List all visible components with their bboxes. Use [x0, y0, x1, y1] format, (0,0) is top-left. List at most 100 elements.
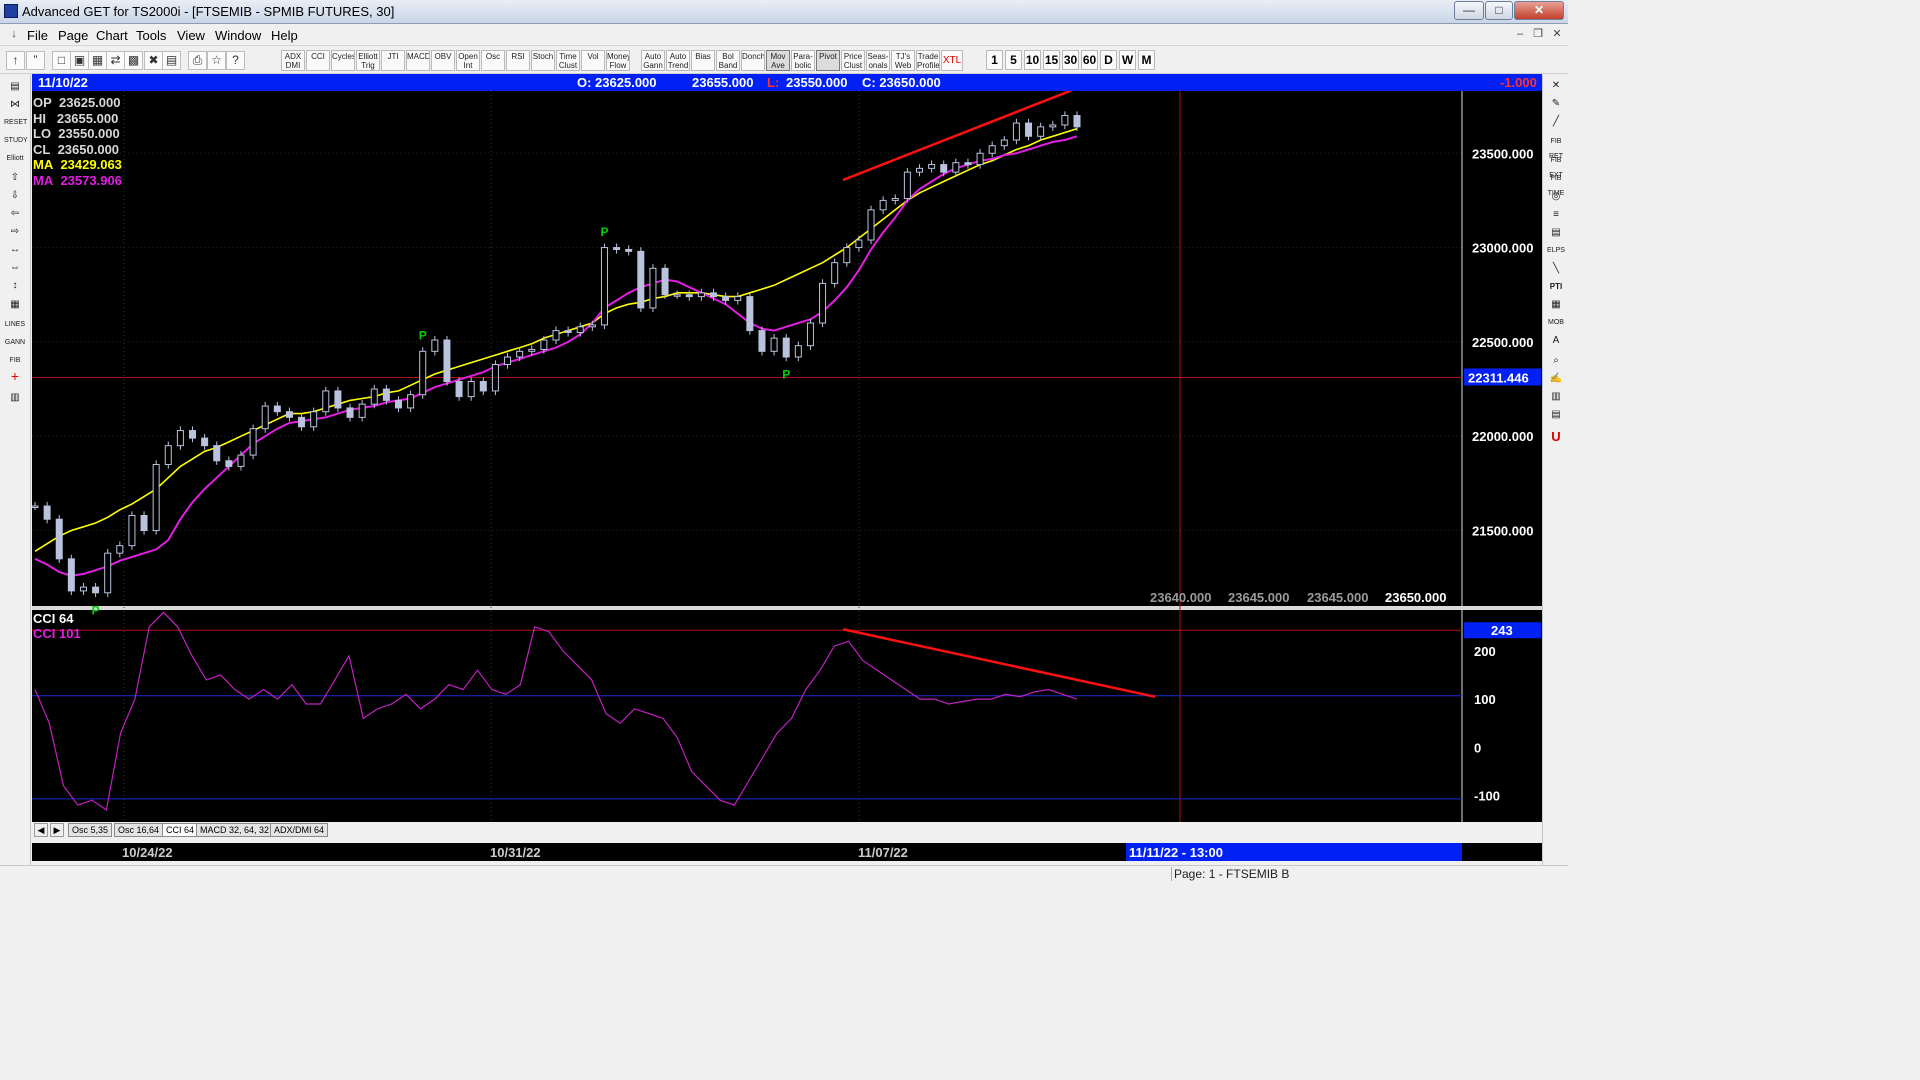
study-button-auto-gann[interactable]: Auto Gann [641, 50, 665, 71]
fib-time-icon[interactable]: FIB TIME [1545, 171, 1567, 197]
fan-icon[interactable]: ≡ [1545, 207, 1567, 223]
elliott-icon[interactable]: Elliott [4, 151, 26, 167]
maximize-button[interactable]: □ [1485, 1, 1513, 20]
timeframe-button-30[interactable]: 30 [1062, 50, 1079, 70]
study-button-pivot[interactable]: Pivot [816, 50, 840, 71]
lines-icon[interactable]: LINES [4, 317, 26, 333]
menu-tools[interactable]: Tools [136, 28, 166, 43]
fib-ext-icon[interactable]: FIB EXT [1545, 153, 1567, 179]
study-icon[interactable]: STUDY [4, 133, 28, 149]
text-tool-icon[interactable]: A [1545, 333, 1567, 349]
pti-icon[interactable]: PTI [1545, 279, 1567, 295]
timeframe-button-15[interactable]: 15 [1043, 50, 1060, 70]
study-button-donch[interactable]: Donch [741, 50, 765, 71]
timeframe-button-5[interactable]: 5 [1005, 50, 1022, 70]
help-bulb-icon[interactable]: ☆ [207, 51, 226, 70]
gann-icon[interactable]: GANN [4, 335, 26, 351]
tab-osc-16-64[interactable]: Osc 16,64 [114, 823, 164, 837]
study-button-vol[interactable]: Vol [581, 50, 605, 71]
mdi-minimize-button[interactable]: – [1512, 27, 1528, 43]
fib-icon[interactable]: FIB [4, 353, 26, 369]
study-button-open-int[interactable]: Open Int [456, 50, 480, 71]
list-icon[interactable]: ▤ [1545, 407, 1567, 423]
table-icon[interactable]: ▦ [4, 297, 26, 313]
menu-page[interactable]: Page [58, 28, 88, 43]
menu-file[interactable]: File [27, 28, 48, 43]
ellipse-icon[interactable]: ELPS [1545, 243, 1567, 259]
timeframe-button-d[interactable]: D [1100, 50, 1117, 70]
timeframe-button-m[interactable]: M [1138, 50, 1155, 70]
fib-ret-icon[interactable]: FIB RET [1545, 134, 1567, 160]
arrow-left-icon[interactable]: ⇦ [4, 206, 26, 222]
tab-macd[interactable]: MACD 32, 64, 32 [196, 823, 274, 837]
quote-icon[interactable]: ” [26, 51, 45, 70]
study-button-bol-band[interactable]: Bol Band [716, 50, 740, 71]
pointer-icon[interactable]: ↑ [6, 51, 25, 70]
print-icon[interactable]: ⎙ [188, 51, 207, 70]
pencil-icon[interactable]: ✎ [1545, 96, 1567, 112]
timeframe-button-60[interactable]: 60 [1081, 50, 1098, 70]
tile-icon[interactable]: ▤ [162, 51, 181, 70]
channel-icon[interactable]: ▤ [1545, 225, 1567, 241]
mdi-close-button[interactable]: ✕ [1549, 27, 1565, 43]
mob-icon[interactable]: MOB [1545, 315, 1567, 331]
study-button-time-clust[interactable]: Time Clust [556, 50, 580, 71]
study-button-auto-trend[interactable]: Auto Trend [666, 50, 690, 71]
study-button-bias[interactable]: Bias [691, 50, 715, 71]
expand-icon[interactable]: ⇔ [4, 260, 26, 276]
link-icon[interactable]: ⇄ [106, 51, 125, 70]
study-button-jti[interactable]: JTI [381, 50, 405, 71]
ruler-icon[interactable]: ▥ [1545, 389, 1567, 405]
study-button-para-bolic[interactable]: Para-bolic [791, 50, 815, 71]
pitchfork-icon[interactable]: ╲ [1545, 261, 1567, 277]
close-button[interactable]: ✕ [1514, 1, 1564, 20]
study-button-seas-onals[interactable]: Seas-onals [866, 50, 890, 71]
arrow-up-icon[interactable]: ⇧ [4, 170, 26, 186]
delete-icon[interactable]: ✕ [1545, 78, 1567, 94]
tab-osc-5-35[interactable]: Osc 5,35 [68, 823, 113, 837]
mdi-restore-button[interactable]: ❐ [1530, 27, 1546, 43]
timeframe-button-10[interactable]: 10 [1024, 50, 1041, 70]
reset-icon[interactable]: RESET [4, 115, 27, 131]
study-button-rsi[interactable]: RSI [506, 50, 530, 71]
butterfly-icon[interactable]: ⋈ [4, 97, 26, 113]
study-button-trade-profile[interactable]: Trade Profile [916, 50, 940, 71]
study-button-price-clust[interactable]: Price Clust [841, 50, 865, 71]
open-icon[interactable]: ▣ [70, 51, 89, 70]
grid-tool-icon[interactable]: ▦ [1545, 297, 1567, 313]
study-button-adx-dmi[interactable]: ADX DMI [281, 50, 305, 71]
study-button-money-flow[interactable]: Money Flow [606, 50, 630, 71]
menu-chart[interactable]: Chart [96, 28, 128, 43]
menu-view[interactable]: View [177, 28, 205, 43]
crosshair-icon[interactable]: + [4, 369, 26, 385]
study-button-cycles[interactable]: Cycles [331, 50, 355, 71]
layout-icon[interactable]: ▦ [88, 51, 107, 70]
cross-icon[interactable]: ✖ [144, 51, 163, 70]
paint-icon[interactable]: ✍ [1545, 371, 1567, 387]
study-button-cci[interactable]: CCI [306, 50, 330, 71]
study-button-stoch[interactable]: Stoch [531, 50, 555, 71]
timeframe-button-1[interactable]: 1 [986, 50, 1003, 70]
new-page-icon[interactable]: □ [52, 51, 71, 70]
scroll-lock-icon[interactable]: ↕ [4, 278, 26, 294]
arrow-down-icon[interactable]: ⇩ [4, 188, 26, 204]
study-button-osc[interactable]: Osc [481, 50, 505, 71]
tab-next-button[interactable]: ▶ [50, 823, 64, 837]
menu-window[interactable]: Window [215, 28, 261, 43]
grid-icon[interactable]: ▩ [124, 51, 143, 70]
study-button-xtl[interactable]: XTL [941, 50, 963, 71]
undo-icon[interactable]: U [1545, 429, 1567, 445]
timeframe-button-w[interactable]: W [1119, 50, 1136, 70]
study-button-macd[interactable]: MACD [406, 50, 430, 71]
study-button-obv[interactable]: OBV [431, 50, 455, 71]
study-button-elliott-trig[interactable]: Elliott Trig [356, 50, 380, 71]
study-button-tj-s-web[interactable]: TJ's Web [891, 50, 915, 71]
context-help-icon[interactable]: ? [226, 51, 245, 70]
chart-canvas[interactable]: P P P P 200 100 0 -100 243 23500.000 23000.000 22… [32, 91, 1542, 822]
tab-adx-dmi[interactable]: ADX/DMI 64 [270, 823, 329, 837]
menu-help[interactable]: Help [271, 28, 298, 43]
zoom-icon[interactable]: ⌕ [1545, 353, 1567, 369]
tab-cci-64[interactable]: CCI 64 [162, 823, 199, 837]
minimize-button[interactable]: — [1454, 1, 1484, 20]
compress-icon[interactable]: ↔ [4, 242, 26, 258]
